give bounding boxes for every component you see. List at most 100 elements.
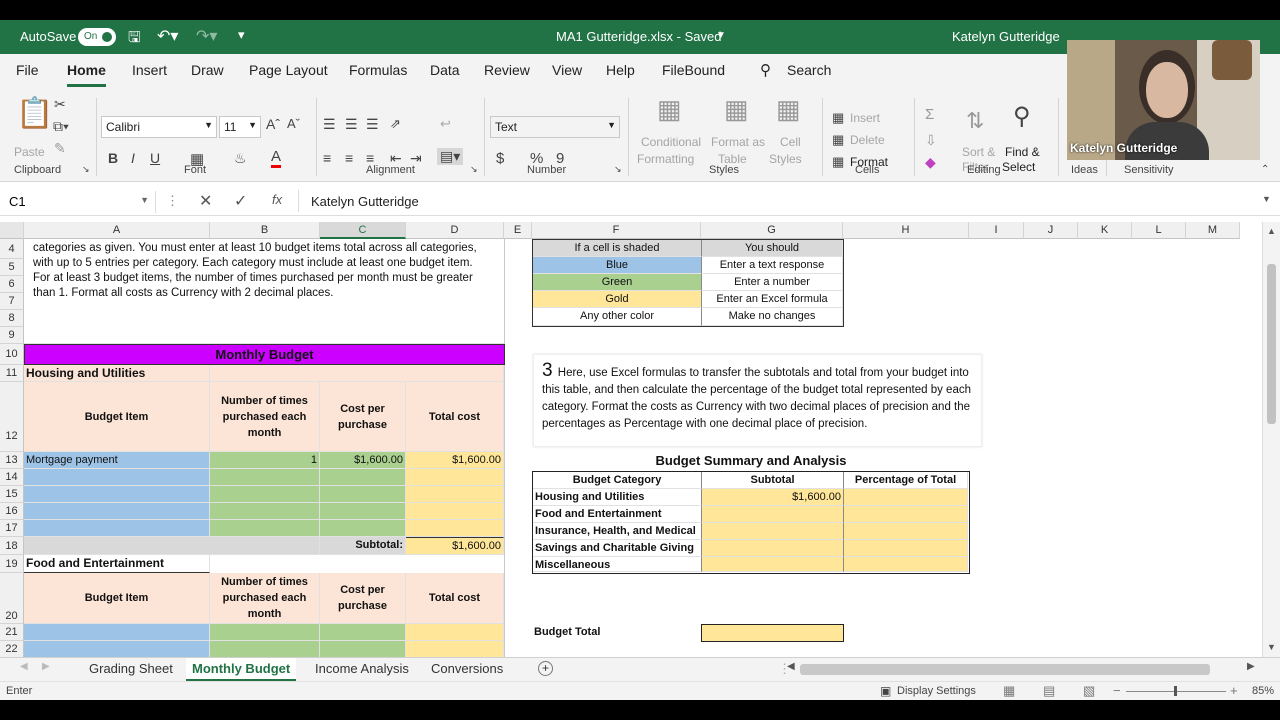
- budget-item-cell[interactable]: [24, 641, 210, 657]
- number-launcher-icon[interactable]: ↘: [614, 164, 622, 175]
- column-header-i[interactable]: I: [969, 222, 1024, 239]
- tab-data[interactable]: Data: [430, 62, 460, 78]
- column-header-a[interactable]: A: [24, 222, 210, 239]
- scroll-down-icon[interactable]: ▼: [1267, 642, 1276, 652]
- vertical-scroll-thumb[interactable]: [1267, 264, 1276, 424]
- row-header[interactable]: 4: [0, 239, 24, 259]
- decrease-font-icon[interactable]: Aˇ: [287, 116, 300, 131]
- header-budget-item[interactable]: Budget Item: [24, 573, 210, 624]
- tab-insert[interactable]: Insert: [132, 62, 167, 78]
- zoom-out-icon[interactable]: −: [1113, 683, 1121, 698]
- tab-review[interactable]: Review: [484, 62, 530, 78]
- tab-filebound[interactable]: FileBound: [662, 62, 725, 78]
- budget-total-value[interactable]: [701, 624, 844, 642]
- formatting-label[interactable]: Formatting: [637, 152, 694, 166]
- cut-icon[interactable]: ✂: [54, 96, 66, 113]
- legend-action[interactable]: Make no changes: [702, 308, 843, 326]
- sensitivity-group-label[interactable]: Sensitivity: [1124, 164, 1174, 176]
- column-header-j[interactable]: J: [1024, 222, 1078, 239]
- increase-font-icon[interactable]: Aˆ: [266, 116, 280, 132]
- subtotal-value[interactable]: $1,600.00: [406, 537, 504, 555]
- currency-button[interactable]: $: [496, 150, 504, 167]
- section-housing[interactable]: Housing and Utilities: [24, 365, 210, 382]
- normal-view-icon[interactable]: ▦: [1003, 683, 1015, 699]
- summary-percentage[interactable]: [844, 540, 968, 557]
- find-icon[interactable]: ⚲: [1013, 102, 1031, 131]
- enter-icon[interactable]: ✓: [234, 191, 247, 211]
- total-cell[interactable]: [406, 624, 504, 641]
- times-cell[interactable]: [210, 624, 320, 641]
- row-header[interactable]: 15: [0, 486, 24, 503]
- section-food[interactable]: Food and Entertainment: [24, 555, 210, 573]
- cost-cell[interactable]: [320, 641, 406, 657]
- legend-header[interactable]: If a cell is shaded: [533, 240, 702, 257]
- summary-subtotal[interactable]: [702, 557, 844, 572]
- clear-icon[interactable]: ◆: [925, 154, 936, 171]
- legend-color[interactable]: Gold: [533, 291, 702, 308]
- header-times-purchased[interactable]: Number of times purchased each month: [210, 573, 320, 624]
- search-icon[interactable]: ⚲: [760, 61, 771, 79]
- tab-page-layout[interactable]: Page Layout: [249, 62, 328, 78]
- autosum-icon[interactable]: Σ: [925, 106, 934, 123]
- cost-cell[interactable]: [320, 486, 406, 503]
- total-cell[interactable]: [406, 469, 504, 486]
- sort-filter-icon[interactable]: ⇅: [966, 108, 984, 134]
- display-settings-label[interactable]: Display Settings: [897, 685, 976, 697]
- search-label[interactable]: Search: [787, 62, 831, 78]
- row-header[interactable]: 8: [0, 310, 24, 327]
- summary-header[interactable]: Subtotal: [702, 472, 844, 489]
- times-cell[interactable]: [210, 503, 320, 520]
- legend-color[interactable]: Any other color: [533, 308, 702, 326]
- summary-category[interactable]: Miscellaneous: [533, 557, 702, 572]
- font-size-box[interactable]: 11 ▼: [219, 116, 261, 138]
- times-cell[interactable]: [210, 520, 320, 537]
- cell-label[interactable]: Cell: [780, 135, 801, 149]
- legend-color[interactable]: Green: [533, 274, 702, 291]
- merge-center-icon[interactable]: ▤▾: [437, 148, 464, 165]
- user-name[interactable]: Katelyn Gutteridge: [952, 29, 1060, 44]
- budget-item-cell[interactable]: [24, 624, 210, 641]
- worksheet-grid[interactable]: A B C D E F G H I J K L M 4 5 6 7 8 9 10…: [0, 222, 1262, 657]
- cost-cell[interactable]: [320, 520, 406, 537]
- tab-home[interactable]: Home: [67, 62, 106, 87]
- times-cell[interactable]: 1: [210, 452, 320, 469]
- delete-icon[interactable]: ▦: [832, 132, 844, 148]
- column-header-d[interactable]: D: [406, 222, 504, 239]
- conditional-formatting-icon[interactable]: ▦: [657, 94, 682, 125]
- clipboard-launcher-icon[interactable]: ↘: [82, 164, 90, 175]
- column-header-k[interactable]: K: [1078, 222, 1132, 239]
- summary-header[interactable]: Percentage of Total: [844, 472, 968, 489]
- column-header-b[interactable]: B: [210, 222, 320, 239]
- budget-total-label[interactable]: Budget Total: [532, 624, 701, 641]
- times-cell[interactable]: [210, 641, 320, 657]
- summary-percentage[interactable]: [844, 489, 968, 506]
- autosave-toggle[interactable]: On: [78, 28, 116, 46]
- summary-subtotal[interactable]: [702, 540, 844, 557]
- row-header[interactable]: 6: [0, 276, 24, 293]
- times-cell[interactable]: [210, 469, 320, 486]
- total-cell[interactable]: $1,600.00: [406, 452, 504, 469]
- row-header[interactable]: 12: [0, 382, 24, 452]
- column-header-l[interactable]: L: [1132, 222, 1186, 239]
- insert-label[interactable]: Insert: [850, 111, 880, 125]
- scroll-right-icon[interactable]: ▶: [1247, 661, 1255, 672]
- scroll-left-icon[interactable]: ◀: [787, 661, 795, 672]
- header-cost-per-purchase[interactable]: Cost per purchase: [320, 382, 406, 452]
- alignment-launcher-icon[interactable]: ↘: [470, 164, 478, 175]
- row-header[interactable]: 7: [0, 293, 24, 310]
- zoom-slider-thumb[interactable]: [1174, 686, 1177, 696]
- budget-item-cell[interactable]: Mortgage payment: [24, 452, 210, 469]
- header-total-cost[interactable]: Total cost: [406, 573, 504, 624]
- font-name-box[interactable]: Calibri ▼: [101, 116, 217, 138]
- summary-subtotal[interactable]: [702, 506, 844, 523]
- cost-cell[interactable]: [320, 503, 406, 520]
- budget-item-cell[interactable]: [24, 486, 210, 503]
- copy-icon[interactable]: ⧉▾: [53, 118, 69, 135]
- ideas-group-label[interactable]: Ideas: [1071, 164, 1098, 176]
- cell[interactable]: [24, 537, 320, 555]
- find-label[interactable]: Find &: [1005, 145, 1040, 159]
- format-painter-icon[interactable]: ✎: [54, 140, 66, 157]
- tab-formulas[interactable]: Formulas: [349, 62, 407, 78]
- row-header[interactable]: 16: [0, 503, 24, 520]
- row-header[interactable]: 9: [0, 327, 24, 344]
